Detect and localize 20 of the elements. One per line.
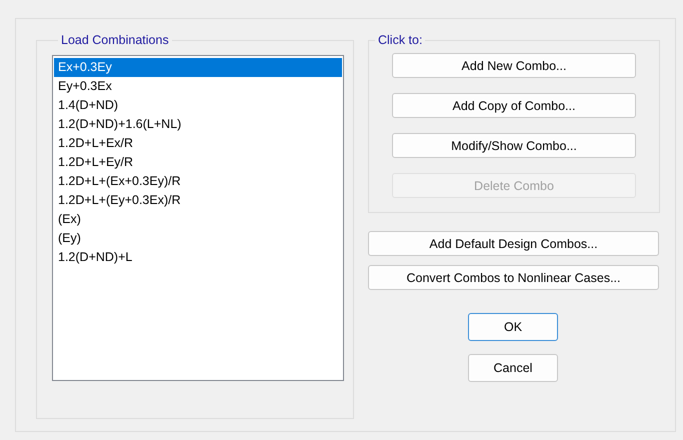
cancel-button[interactable]: Cancel (468, 354, 558, 382)
action-button[interactable]: Add New Combo... (392, 53, 636, 78)
list-item[interactable]: 1.2(D+ND)+1.6(L+NL) (54, 115, 342, 134)
group-title: Load Combinations (60, 33, 170, 47)
action-button[interactable]: Convert Combos to Nonlinear Cases... (368, 265, 659, 290)
list-item[interactable]: 1.2D+L+Ey/R (54, 153, 342, 172)
list-item[interactable]: 1.4(D+ND) (54, 96, 342, 115)
list-item[interactable]: Ey+0.3Ex (54, 77, 342, 96)
list-item[interactable]: 1.2D+L+Ex/R (54, 134, 342, 153)
group-title: Click to: (377, 33, 424, 47)
ok-button[interactable]: OK (468, 313, 558, 341)
list-item[interactable]: 1.2D+L+(Ex+0.3Ey)/R (54, 172, 342, 191)
action-button[interactable]: Add Copy of Combo... (392, 93, 636, 118)
list-item[interactable]: 1.2(D+ND)+L (54, 248, 342, 267)
action-button[interactable]: Add Default Design Combos... (368, 231, 659, 256)
list-item[interactable]: (Ey) (54, 229, 342, 248)
list-item[interactable]: 1.2D+L+(Ey+0.3Ex)/R (54, 191, 342, 210)
list-item[interactable]: (Ex) (54, 210, 342, 229)
action-button[interactable]: Modify/Show Combo... (392, 133, 636, 158)
list-item[interactable]: Ex+0.3Ey (54, 58, 342, 77)
